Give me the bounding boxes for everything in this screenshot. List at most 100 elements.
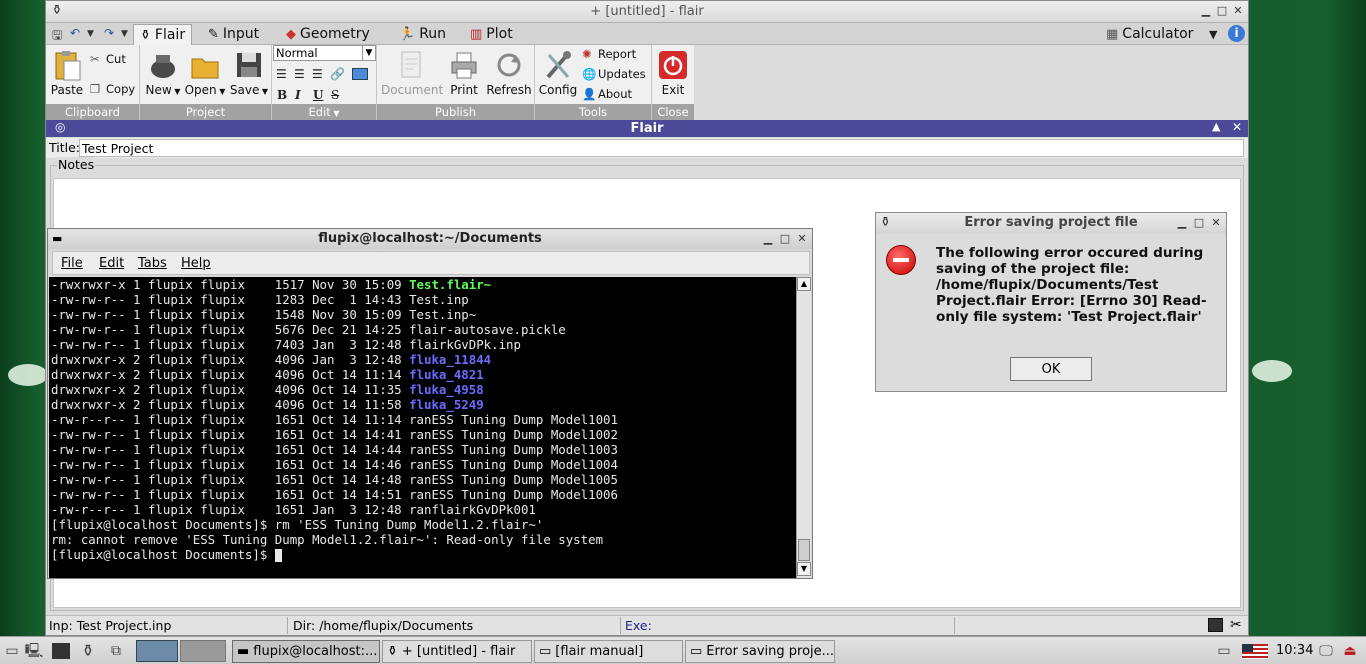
menu-file[interactable]: File — [61, 256, 83, 271]
taskbar-item-icon: ⚱ — [387, 644, 398, 659]
menu-help[interactable]: Help — [181, 256, 211, 271]
panel-close-icon[interactable]: ✕ — [1232, 120, 1242, 134]
refresh-button[interactable]: Refresh — [485, 49, 533, 97]
terminal-file-name: fluka_4821 — [409, 367, 484, 382]
scroll-thumb[interactable] — [798, 539, 810, 561]
refresh-label: Refresh — [486, 83, 532, 97]
style-select[interactable]: Normal ▼ — [273, 45, 376, 61]
report-button[interactable]: ✺ Report — [582, 47, 636, 61]
tab-menu-chevron-icon[interactable]: ▼ — [1209, 28, 1217, 41]
underline-button[interactable]: U — [313, 88, 323, 102]
new-button[interactable]: New ▼ — [144, 49, 182, 97]
cut-button[interactable]: ✂ Cut — [90, 52, 126, 66]
terminal-file-name: Test.flair~ — [409, 277, 492, 292]
undo-icon[interactable]: ↶ — [70, 26, 80, 40]
about-button[interactable]: 👤 About — [582, 87, 632, 101]
flair-titlebar[interactable]: ⚱ + [untitled] - flair ▁ □ ✕ — [46, 1, 1248, 23]
terminal-file-name: ranESS Tuning Dump Model1002 — [409, 427, 618, 442]
taskbar-item[interactable]: ▭ Error saving proje... — [685, 640, 835, 663]
image-icon[interactable] — [352, 68, 368, 80]
menu-edit[interactable]: Edit — [99, 256, 124, 271]
terminal-close-icon[interactable]: ✕ — [794, 232, 810, 245]
menu-file-label: File — [61, 256, 83, 271]
taskbar-item-label: [flair manual] — [555, 644, 644, 659]
minimize-icon[interactable]: ▁ — [1198, 4, 1214, 17]
align-center-icon[interactable]: ☰ — [294, 67, 305, 81]
show-desktop-icon[interactable]: ▭ — [2, 641, 22, 661]
taskbar-item[interactable]: ▭ [flair manual] — [534, 640, 683, 663]
save-button[interactable]: Save ▼ — [228, 49, 270, 97]
workspace-1[interactable] — [136, 640, 178, 662]
computer-icon[interactable]: 🖳 — [24, 641, 44, 661]
display-icon[interactable]: 🖵 — [1316, 641, 1336, 661]
tab-input[interactable]: ✎ Input — [202, 24, 265, 45]
terminal-line-text: -rw-rw-r-- 1 flupix flupix 1651 Oct 14 1… — [51, 472, 410, 487]
close-icon[interactable]: ✕ — [1230, 4, 1246, 17]
save-disk-icon — [237, 53, 261, 77]
terminal-launcher-icon[interactable] — [52, 643, 70, 659]
dialog-titlebar[interactable]: ⚱ Error saving project file ▁ □ ✕ — [876, 213, 1226, 234]
config-button[interactable]: Config — [538, 49, 578, 97]
title-input[interactable] — [79, 139, 1244, 157]
terminal-titlebar[interactable]: ▬ flupix@localhost:~/Documents ▁ □ ✕ — [48, 229, 812, 249]
terminal-maximize-icon[interactable]: □ — [777, 232, 793, 245]
terminal-status-icon[interactable] — [1208, 618, 1223, 632]
italic-button[interactable]: I — [295, 88, 301, 102]
maximize-icon[interactable]: □ — [1214, 4, 1230, 17]
updates-button[interactable]: 🌐 Updates — [582, 67, 646, 81]
window-switcher-icon[interactable]: ⧉ — [106, 641, 126, 661]
strikethrough-button[interactable]: S — [331, 88, 339, 102]
redo-history-chevron-icon[interactable]: ▼ — [121, 29, 128, 39]
taskbar-item[interactable]: ⚱ + [untitled] - flair — [382, 640, 532, 663]
print-button[interactable]: Print — [443, 49, 485, 97]
tab-geometry[interactable]: ◆ Geometry — [280, 24, 376, 45]
terminal-file-name: fluka_5249 — [409, 397, 484, 412]
style-select-chevron-icon[interactable]: ▼ — [362, 46, 375, 60]
terminal-line: -rw-r--r-- 1 flupix flupix 1651 Jan 3 12… — [51, 502, 796, 517]
menu-tabs[interactable]: Tabs — [138, 256, 167, 271]
scroll-up-icon[interactable]: ▲ — [797, 277, 811, 291]
tab-run[interactable]: 🏃 Run — [393, 24, 452, 45]
quick-save-icon[interactable]: 🖫 — [52, 26, 62, 47]
scroll-down-icon[interactable]: ▼ — [797, 562, 811, 576]
status-executable: Exe: — [625, 618, 652, 633]
dialog-minimize-icon[interactable]: ▁ — [1174, 216, 1190, 229]
settings-tools-icon[interactable]: ✂ — [1230, 617, 1242, 633]
flair-launcher-icon[interactable]: ⚱ — [78, 641, 98, 661]
tab-calculator[interactable]: ▦ Calculator — [1100, 24, 1199, 45]
dialog-maximize-icon[interactable]: □ — [1191, 216, 1207, 229]
taskbar-item[interactable]: ▬ flupix@localhost:... — [232, 640, 380, 663]
dialog-close-icon[interactable]: ✕ — [1208, 216, 1224, 229]
terminal-screen[interactable]: -rwxrwxr-x 1 flupix flupix 1517 Nov 30 1… — [49, 277, 796, 578]
bug-report-icon: ✺ — [582, 47, 592, 61]
bold-button[interactable]: B — [277, 88, 287, 102]
open-button[interactable]: Open ▼ — [184, 49, 226, 97]
status-bar: Inp: Test Project.inp Dir: /home/flupix/… — [46, 615, 1248, 635]
terminal-file-name: ranESS Tuning Dump Model1005 — [409, 472, 618, 487]
edit-group-label[interactable]: Edit ▼ — [272, 104, 376, 120]
clock[interactable]: 10:34 — [1276, 643, 1313, 658]
link-icon[interactable]: 🔗 — [330, 67, 345, 81]
tab-plot[interactable]: ▥ Plot — [464, 24, 519, 45]
paste-icon — [55, 51, 81, 81]
redo-icon[interactable]: ↷ — [104, 26, 114, 40]
copy-button[interactable]: ❐ Copy — [90, 82, 135, 96]
panel-collapse-icon[interactable]: ▲ — [1212, 120, 1220, 133]
terminal-scrollbar[interactable]: ▲ ▼ — [796, 277, 811, 578]
terminal-minimize-icon[interactable]: ▁ — [760, 232, 776, 245]
logout-icon[interactable]: ⏏ — [1340, 641, 1360, 661]
workspace-2[interactable] — [180, 640, 226, 662]
network-icon[interactable]: ▭ — [1214, 641, 1234, 661]
ok-button[interactable]: OK — [1010, 357, 1092, 381]
tab-flair[interactable]: ⚱ Flair — [133, 24, 193, 45]
document-button[interactable]: Document — [381, 49, 443, 97]
exit-button[interactable]: Exit — [655, 49, 691, 97]
paste-button[interactable]: Paste — [50, 49, 84, 97]
align-left-icon[interactable]: ☰ — [276, 67, 287, 81]
error-icon — [886, 245, 916, 275]
undo-history-chevron-icon[interactable]: ▼ — [87, 29, 94, 39]
save-label: Save — [229, 83, 260, 97]
align-right-icon[interactable]: ☰ — [312, 67, 323, 81]
help-info-icon[interactable]: i — [1228, 25, 1245, 42]
taskbar-item-label: flupix@localhost:... — [253, 644, 378, 659]
